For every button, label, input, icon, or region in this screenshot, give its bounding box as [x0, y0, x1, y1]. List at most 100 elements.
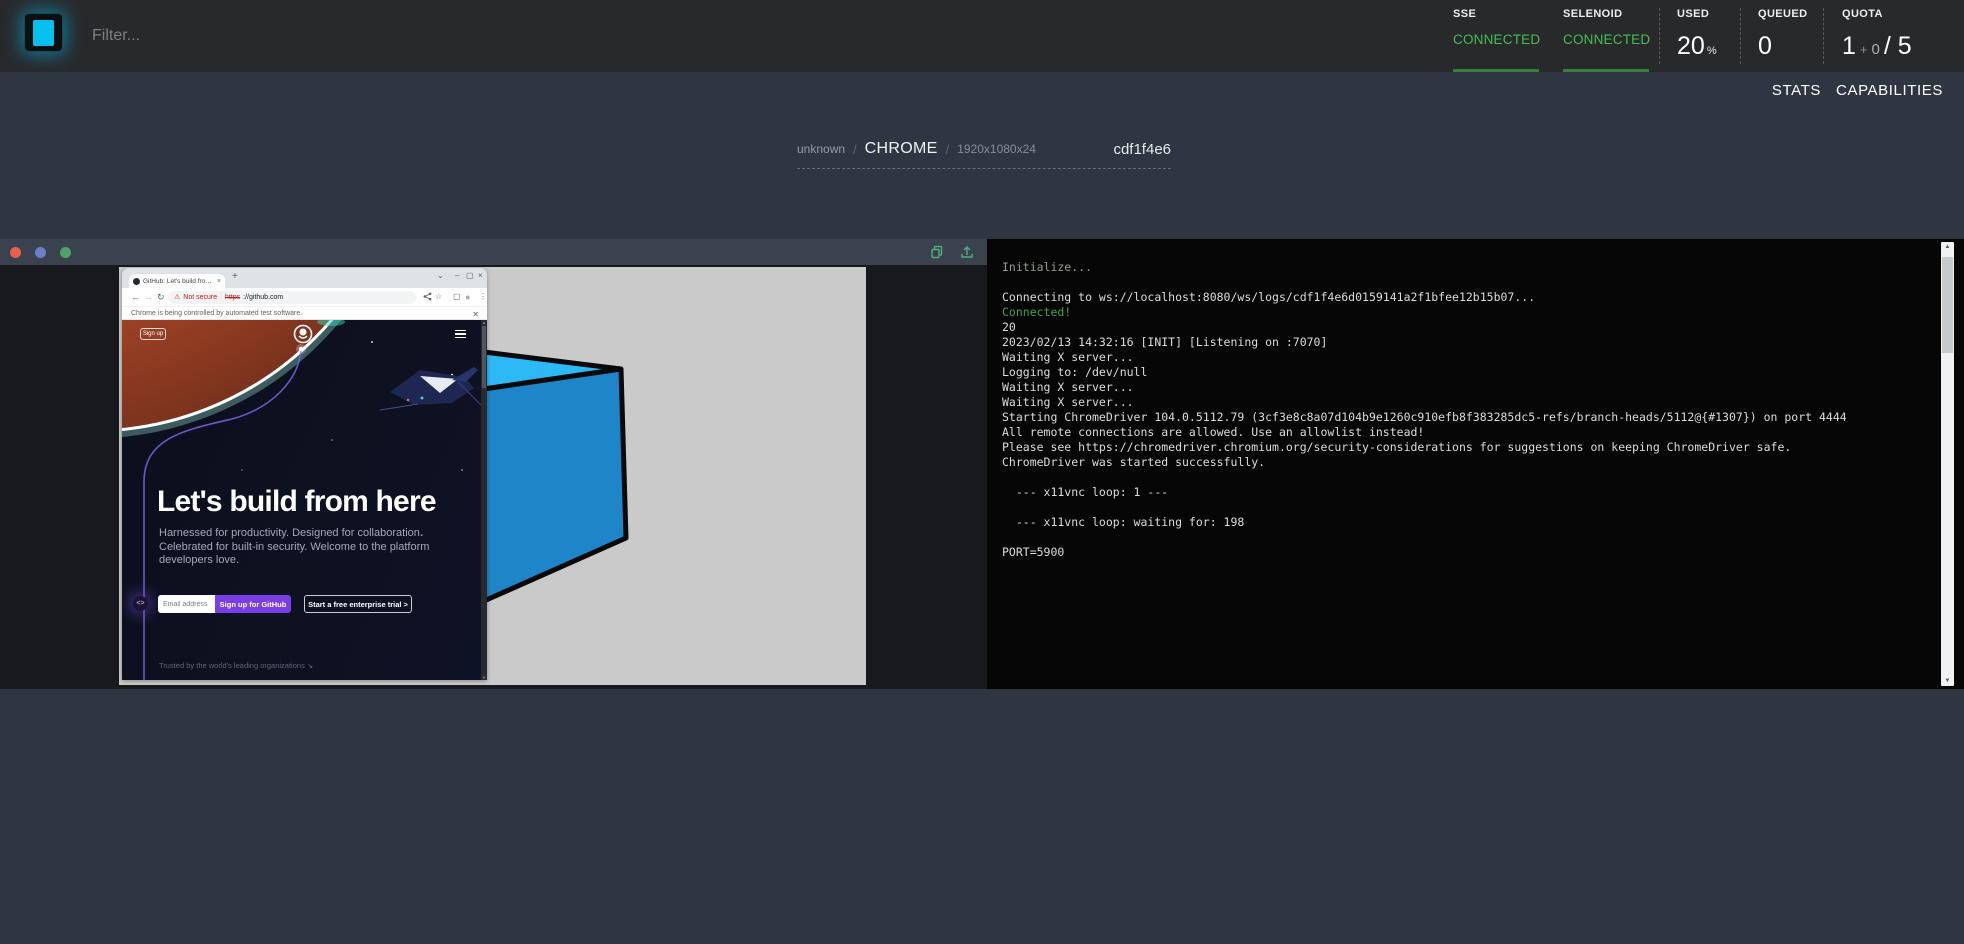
log-line — [1002, 530, 1922, 545]
session-resolution: 1920x1080x24 — [957, 142, 1036, 156]
chrome-menu-icon[interactable]: ⋮ — [479, 292, 487, 301]
url-scheme: https — [225, 294, 240, 301]
tab-close-icon[interactable]: × — [217, 278, 221, 285]
back-icon[interactable]: ← — [131, 292, 140, 302]
app-header: SSE CONNECTED SELENOID CONNECTED USED 20… — [0, 0, 1964, 72]
log-line — [1002, 500, 1922, 515]
scroll-down-icon[interactable]: ▼ — [481, 675, 487, 680]
quota-plus: + — [1860, 42, 1868, 57]
log-line — [1002, 470, 1922, 485]
filter-input[interactable] — [92, 16, 512, 56]
minimize-button[interactable] — [35, 247, 46, 258]
session-name: unknown — [797, 142, 845, 156]
spacecraft-illustration — [380, 367, 481, 412]
status-quota: QUOTA 1+0/ 5 — [1836, 0, 1960, 72]
new-tab-button[interactable]: + — [232, 271, 238, 282]
chrome-window: GitHub: Let's build from here × + ⌄ – ▢ … — [122, 268, 487, 680]
session-log-panel: Initialize... Connecting to ws://localho… — [987, 239, 1964, 689]
log-line: --- x11vnc loop: waiting for: 198 — [1002, 515, 1922, 530]
bookmark-star-icon[interactable]: ☆ — [435, 292, 442, 301]
hamburger-menu-icon[interactable] — [455, 330, 466, 340]
window-minimize-icon[interactable]: – — [455, 271, 459, 280]
chrome-tabstrip: GitHub: Let's build from here × + ⌄ – ▢ … — [122, 268, 487, 288]
not-secure-label: Not secure — [183, 294, 217, 301]
github-signup-button[interactable]: Sign up for GitHub — [215, 595, 291, 613]
log-line: --- x11vnc loop: 1 --- — [1002, 485, 1922, 500]
browser-tab[interactable]: GitHub: Let's build from here × — [129, 274, 225, 288]
log-line — [1002, 275, 1922, 290]
infobar-close-icon[interactable]: ✕ — [472, 310, 479, 319]
tab-title: GitHub: Let's build from here — [143, 278, 214, 285]
close-session-button[interactable] — [10, 247, 21, 258]
reload-icon[interactable]: ↻ — [157, 292, 165, 303]
session-separator: / — [853, 142, 857, 157]
status-selenoid: SELENOID CONNECTED — [1557, 0, 1657, 72]
vnc-screen[interactable]: GitHub: Let's build from here × + ⌄ – ▢ … — [0, 265, 987, 689]
github-hero-title: Let's build from here — [157, 485, 467, 519]
used-number: 20 — [1677, 32, 1705, 60]
log-line: Initialize... — [1002, 260, 1922, 275]
email-field[interactable] — [158, 595, 215, 613]
selenoid-logo[interactable] — [24, 13, 63, 52]
subtitle-line: Harnessed for productivity. Designed for… — [159, 527, 429, 541]
vnc-panel: GitHub: Let's build from here × + ⌄ – ▢ … — [0, 239, 987, 689]
selenoid-ui-app: SSE CONNECTED SELENOID CONNECTED USED 20… — [0, 0, 1964, 944]
github-signup-nav-button[interactable]: Sign up — [140, 328, 166, 340]
session-separator: / — [946, 142, 950, 157]
avatar[interactable]: ● — [465, 292, 470, 302]
log-line: Connected! — [1002, 305, 1922, 320]
chrome-toolbar: ← → ↻ ⚠ Not secure | https ://github.com — [122, 288, 487, 306]
upload-icon[interactable] — [960, 245, 974, 259]
log-scrollbar[interactable]: ▲ ▼ — [1941, 242, 1954, 686]
page-scrollbar[interactable]: ▲ ▼ — [481, 320, 487, 680]
log-lines: Initialize... Connecting to ws://localho… — [1002, 260, 1922, 560]
selenoid-logo-square — [33, 20, 54, 46]
drawn-cube — [480, 345, 640, 610]
queued-label: QUEUED — [1758, 8, 1807, 20]
fullscreen-button[interactable] — [60, 247, 71, 258]
log-line: ChromeDriver was started successfully. — [1002, 455, 1922, 470]
address-bar[interactable]: ⚠ Not secure | https ://github.com — [168, 291, 416, 304]
not-secure-warning-icon: ⚠ — [174, 293, 180, 301]
scroll-down-icon[interactable]: ▼ — [1941, 678, 1954, 684]
status-separator — [1659, 8, 1660, 64]
reading-list-icon[interactable]: ▢ — [453, 292, 461, 301]
status-separator — [1823, 8, 1824, 64]
log-line: 20 — [1002, 320, 1922, 335]
quota-total: / 5 — [1884, 32, 1912, 60]
scroll-up-icon[interactable]: ▲ — [481, 320, 487, 325]
forward-icon[interactable]: → — [144, 292, 153, 302]
url-divider: | — [220, 294, 222, 301]
window-close-icon[interactable]: × — [478, 271, 483, 280]
log-line: All remote connections are allowed. Use … — [1002, 425, 1922, 440]
sse-value: CONNECTED — [1453, 32, 1540, 47]
session-id[interactable]: cdf1f4e6 — [1113, 141, 1171, 158]
copy-icon[interactable] — [930, 245, 944, 259]
share-icon[interactable] — [423, 292, 432, 301]
github-favicon — [133, 278, 140, 285]
session-info: unknown / CHROME / 1920x1080x24 — [797, 140, 1036, 158]
used-label: USED — [1677, 8, 1709, 20]
status-used: USED 20% — [1671, 0, 1737, 72]
url-text: ://github.com — [243, 294, 283, 301]
log-line: PORT=5900 — [1002, 545, 1922, 560]
scroll-up-icon[interactable]: ▲ — [1941, 244, 1954, 250]
status-separator — [1740, 8, 1741, 64]
tab-search-chevron-icon[interactable]: ⌄ — [437, 271, 444, 280]
log-line: Waiting X server... — [1002, 395, 1922, 410]
subtitle-line: Celebrated for built-in security. Welcom… — [159, 541, 429, 555]
log-scrollbar-thumb[interactable] — [1942, 257, 1953, 353]
session-row[interactable]: unknown / CHROME / 1920x1080x24 cdf1f4e6 — [797, 130, 1171, 169]
sse-connected-indicator — [1453, 69, 1539, 72]
queued-value: 0 — [1758, 32, 1772, 61]
status-queued: QUEUED 0 — [1752, 0, 1820, 72]
remote-desktop[interactable]: GitHub: Let's build from here × + ⌄ – ▢ … — [119, 267, 866, 685]
session-browser: CHROME — [865, 140, 938, 158]
enterprise-trial-button[interactable]: Start a free enterprise trial > — [304, 595, 412, 613]
tab-stats[interactable]: STATS — [1772, 82, 1821, 99]
scrollbar-thumb[interactable] — [482, 326, 486, 388]
selenoid-value: CONNECTED — [1563, 32, 1650, 47]
github-trusted-footer: Trusted by the world's leading organizat… — [159, 661, 313, 670]
window-maximize-icon[interactable]: ▢ — [466, 271, 474, 280]
tab-capabilities[interactable]: CAPABILITIES — [1836, 82, 1943, 99]
